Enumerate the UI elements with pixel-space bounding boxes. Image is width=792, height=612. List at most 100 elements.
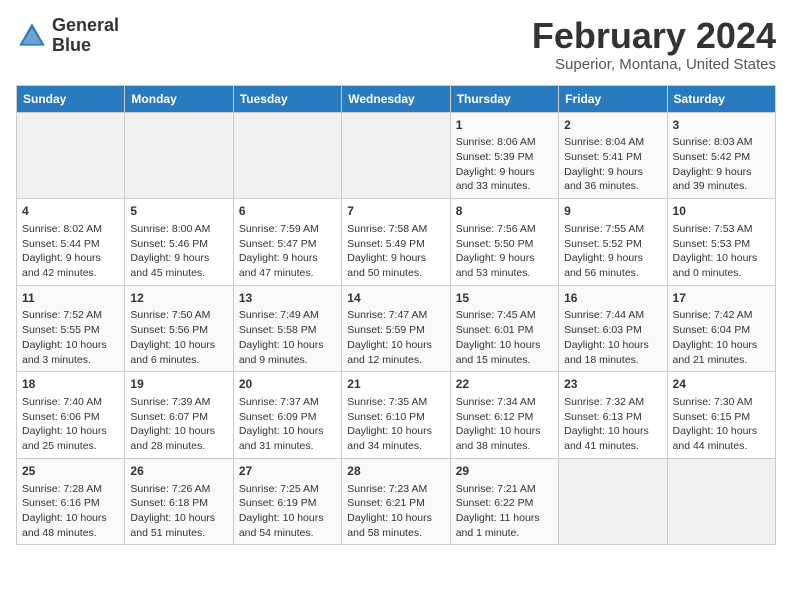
logo-icon	[16, 20, 48, 52]
day-of-week-header: Sunday	[17, 85, 125, 112]
calendar-cell: 7 Sunrise: 7:58 AM Sunset: 5:49 PM Daylig…	[342, 199, 450, 286]
calendar-cell: 6Sunrise: 7:59 AM Sunset: 5:47 PM Daylig…	[233, 199, 341, 286]
day-info: Sunrise: 7:30 AM Sunset: 6:15 PM Dayligh…	[673, 395, 770, 454]
calendar-cell: 11Sunrise: 7:52 AM Sunset: 5:55 PM Dayli…	[17, 285, 125, 372]
day-number: 14	[347, 290, 444, 307]
day-number: 18	[22, 376, 119, 393]
calendar-week-row: 18 Sunrise: 7:40 AM Sunset: 6:06 PM Dayli…	[17, 372, 776, 459]
calendar-cell	[17, 112, 125, 199]
day-info: Sunrise: 7:37 AM Sunset: 6:09 PM Dayligh…	[239, 395, 336, 454]
calendar-cell	[233, 112, 341, 199]
day-number: 21	[347, 376, 444, 393]
day-number: 27	[239, 463, 336, 480]
day-of-week-header: Friday	[559, 85, 667, 112]
day-number: 2	[564, 117, 661, 134]
calendar-cell: 28 Sunrise: 7:23 AM Sunset: 6:21 PM Dayli…	[342, 458, 450, 545]
day-info: Sunrise: 7:47 AM Sunset: 5:59 PM Dayligh…	[347, 308, 444, 367]
calendar-cell: 12Sunrise: 7:50 AM Sunset: 5:56 PM Dayli…	[125, 285, 233, 372]
day-number: 8	[456, 203, 553, 220]
day-of-week-header: Wednesday	[342, 85, 450, 112]
day-number: 13	[239, 290, 336, 307]
day-info: Sunrise: 7:26 AM Sunset: 6:18 PM Dayligh…	[130, 482, 227, 541]
day-number: 15	[456, 290, 553, 307]
day-info: Sunrise: 7:34 AM Sunset: 6:12 PM Dayligh…	[456, 395, 553, 454]
calendar-week-row: 4Sunrise: 8:02 AM Sunset: 5:44 PM Daylig…	[17, 199, 776, 286]
day-number: 10	[673, 203, 770, 220]
day-info: Sunrise: 7:53 AM Sunset: 5:53 PM Dayligh…	[673, 222, 770, 281]
calendar-cell: 10 Sunrise: 7:53 AM Sunset: 5:53 PM Dayli…	[667, 199, 775, 286]
day-number: 25	[22, 463, 119, 480]
day-info: Sunrise: 7:52 AM Sunset: 5:55 PM Dayligh…	[22, 308, 119, 367]
day-info: Sunrise: 7:28 AM Sunset: 6:16 PM Dayligh…	[22, 482, 119, 541]
day-number: 23	[564, 376, 661, 393]
day-number: 1	[456, 117, 553, 134]
calendar-week-row: 11Sunrise: 7:52 AM Sunset: 5:55 PM Dayli…	[17, 285, 776, 372]
calendar-cell: 17Sunrise: 7:42 AM Sunset: 6:04 PM Dayli…	[667, 285, 775, 372]
calendar-header-row: SundayMondayTuesdayWednesdayThursdayFrid…	[17, 85, 776, 112]
title-block: February 2024 Superior, Montana, United …	[532, 16, 776, 73]
calendar-cell: 21 Sunrise: 7:35 AM Sunset: 6:10 PM Dayli…	[342, 372, 450, 459]
day-info: Sunrise: 7:35 AM Sunset: 6:10 PM Dayligh…	[347, 395, 444, 454]
day-info: Sunrise: 7:50 AM Sunset: 5:56 PM Dayligh…	[130, 308, 227, 367]
calendar-cell: 3Sunrise: 8:03 AM Sunset: 5:42 PM Daylig…	[667, 112, 775, 199]
day-number: 5	[130, 203, 227, 220]
day-of-week-header: Tuesday	[233, 85, 341, 112]
day-number: 16	[564, 290, 661, 307]
day-number: 19	[130, 376, 227, 393]
calendar-cell: 20 Sunrise: 7:37 AM Sunset: 6:09 PM Dayli…	[233, 372, 341, 459]
day-number: 24	[673, 376, 770, 393]
calendar-cell: 4Sunrise: 8:02 AM Sunset: 5:44 PM Daylig…	[17, 199, 125, 286]
day-number: 28	[347, 463, 444, 480]
calendar-cell: 5 Sunrise: 8:00 AM Sunset: 5:46 PM Daylig…	[125, 199, 233, 286]
day-info: Sunrise: 7:39 AM Sunset: 6:07 PM Dayligh…	[130, 395, 227, 454]
calendar-cell: 8 Sunrise: 7:56 AM Sunset: 5:50 PM Daylig…	[450, 199, 558, 286]
day-of-week-header: Thursday	[450, 85, 558, 112]
day-info: Sunrise: 8:04 AM Sunset: 5:41 PM Dayligh…	[564, 135, 661, 194]
calendar-cell	[125, 112, 233, 199]
day-info: Sunrise: 7:23 AM Sunset: 6:21 PM Dayligh…	[347, 482, 444, 541]
logo: General Blue	[16, 16, 119, 56]
page-header: General Blue February 2024 Superior, Mon…	[16, 16, 776, 73]
day-info: Sunrise: 7:45 AM Sunset: 6:01 PM Dayligh…	[456, 308, 553, 367]
day-number: 20	[239, 376, 336, 393]
calendar-cell: 18 Sunrise: 7:40 AM Sunset: 6:06 PM Dayli…	[17, 372, 125, 459]
day-info: Sunrise: 7:55 AM Sunset: 5:52 PM Dayligh…	[564, 222, 661, 281]
day-number: 7	[347, 203, 444, 220]
calendar-cell: 9Sunrise: 7:55 AM Sunset: 5:52 PM Daylig…	[559, 199, 667, 286]
day-info: Sunrise: 7:42 AM Sunset: 6:04 PM Dayligh…	[673, 308, 770, 367]
day-info: Sunrise: 7:21 AM Sunset: 6:22 PM Dayligh…	[456, 482, 553, 541]
day-info: Sunrise: 8:03 AM Sunset: 5:42 PM Dayligh…	[673, 135, 770, 194]
calendar-cell: 26 Sunrise: 7:26 AM Sunset: 6:18 PM Dayli…	[125, 458, 233, 545]
calendar-cell: 13Sunrise: 7:49 AM Sunset: 5:58 PM Dayli…	[233, 285, 341, 372]
day-info: Sunrise: 7:40 AM Sunset: 6:06 PM Dayligh…	[22, 395, 119, 454]
day-info: Sunrise: 7:44 AM Sunset: 6:03 PM Dayligh…	[564, 308, 661, 367]
calendar-cell: 25 Sunrise: 7:28 AM Sunset: 6:16 PM Dayli…	[17, 458, 125, 545]
calendar-cell: 23 Sunrise: 7:32 AM Sunset: 6:13 PM Dayli…	[559, 372, 667, 459]
calendar-cell: 19 Sunrise: 7:39 AM Sunset: 6:07 PM Dayli…	[125, 372, 233, 459]
calendar-cell	[559, 458, 667, 545]
day-info: Sunrise: 7:56 AM Sunset: 5:50 PM Dayligh…	[456, 222, 553, 281]
day-number: 3	[673, 117, 770, 134]
day-info: Sunrise: 7:58 AM Sunset: 5:49 PM Dayligh…	[347, 222, 444, 281]
calendar-cell: 2Sunrise: 8:04 AM Sunset: 5:41 PM Daylig…	[559, 112, 667, 199]
day-number: 17	[673, 290, 770, 307]
calendar-cell: 22Sunrise: 7:34 AM Sunset: 6:12 PM Dayli…	[450, 372, 558, 459]
day-number: 4	[22, 203, 119, 220]
calendar-cell: 1Sunrise: 8:06 AM Sunset: 5:39 PM Daylig…	[450, 112, 558, 199]
calendar-table: SundayMondayTuesdayWednesdayThursdayFrid…	[16, 85, 776, 546]
day-info: Sunrise: 8:06 AM Sunset: 5:39 PM Dayligh…	[456, 135, 553, 194]
day-number: 12	[130, 290, 227, 307]
day-number: 26	[130, 463, 227, 480]
day-info: Sunrise: 7:32 AM Sunset: 6:13 PM Dayligh…	[564, 395, 661, 454]
day-of-week-header: Saturday	[667, 85, 775, 112]
calendar-cell: 16Sunrise: 7:44 AM Sunset: 6:03 PM Dayli…	[559, 285, 667, 372]
day-number: 11	[22, 290, 119, 307]
calendar-body: 1Sunrise: 8:06 AM Sunset: 5:39 PM Daylig…	[17, 112, 776, 545]
calendar-week-row: 1Sunrise: 8:06 AM Sunset: 5:39 PM Daylig…	[17, 112, 776, 199]
calendar-cell	[342, 112, 450, 199]
location: Superior, Montana, United States	[532, 56, 776, 73]
logo-text: General Blue	[52, 16, 119, 56]
day-info: Sunrise: 8:00 AM Sunset: 5:46 PM Dayligh…	[130, 222, 227, 281]
day-info: Sunrise: 7:25 AM Sunset: 6:19 PM Dayligh…	[239, 482, 336, 541]
day-info: Sunrise: 7:49 AM Sunset: 5:58 PM Dayligh…	[239, 308, 336, 367]
